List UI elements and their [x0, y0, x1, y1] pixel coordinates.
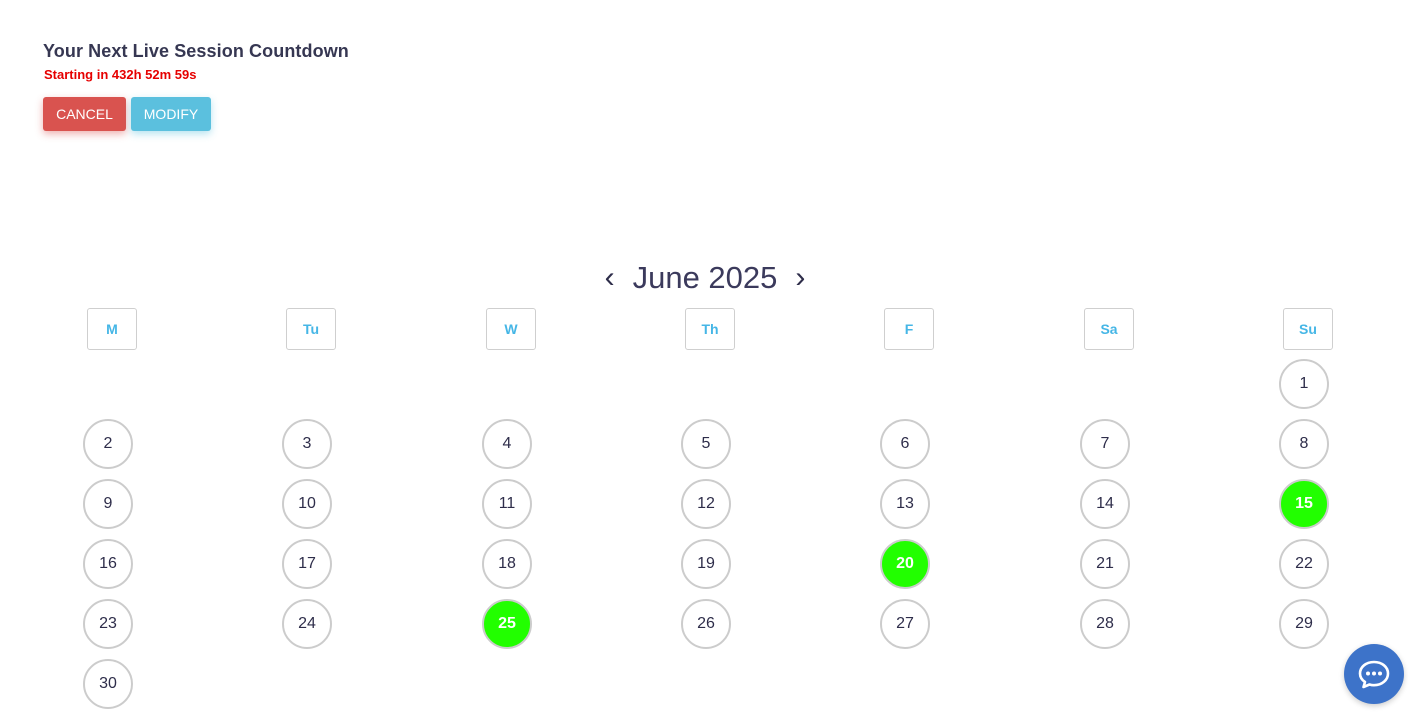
- calendar-day[interactable]: 14: [1080, 479, 1130, 529]
- calendar-day[interactable]: 27: [880, 599, 930, 649]
- calendar-day[interactable]: 5: [681, 419, 731, 469]
- calendar-day[interactable]: 8: [1279, 419, 1329, 469]
- calendar-day[interactable]: 13: [880, 479, 930, 529]
- month-header: ‹ June 2025 ›: [0, 258, 1410, 298]
- weekday-header-f: F: [884, 308, 934, 350]
- calendar-day[interactable]: 3: [282, 419, 332, 469]
- calendar-day-session[interactable]: 20: [880, 539, 930, 589]
- calendar-day[interactable]: 9: [83, 479, 133, 529]
- calendar-day[interactable]: 12: [681, 479, 731, 529]
- weekday-header-tu: Tu: [286, 308, 336, 350]
- calendar-day[interactable]: 7: [1080, 419, 1130, 469]
- calendar-day[interactable]: 6: [880, 419, 930, 469]
- calendar-day[interactable]: 4: [482, 419, 532, 469]
- chat-bubble-icon: [1358, 660, 1390, 689]
- weekday-header-w: W: [486, 308, 536, 350]
- calendar-day[interactable]: 19: [681, 539, 731, 589]
- weekday-header-m: M: [87, 308, 137, 350]
- calendar-day[interactable]: 11: [482, 479, 532, 529]
- month-label: June 2025: [632, 260, 778, 295]
- countdown-text: Starting in 432h 52m 59s: [44, 67, 197, 82]
- calendar-day[interactable]: 23: [83, 599, 133, 649]
- calendar-day[interactable]: 24: [282, 599, 332, 649]
- next-month-icon[interactable]: ›: [781, 258, 819, 298]
- calendar-day[interactable]: 26: [681, 599, 731, 649]
- calendar-day[interactable]: 21: [1080, 539, 1130, 589]
- calendar-day[interactable]: 10: [282, 479, 332, 529]
- weekday-header-th: Th: [685, 308, 735, 350]
- calendar-day[interactable]: 17: [282, 539, 332, 589]
- calendar-day-session[interactable]: 15: [1279, 479, 1329, 529]
- chat-button[interactable]: [1344, 644, 1404, 704]
- modify-button[interactable]: MODIFY: [131, 97, 211, 131]
- calendar-day[interactable]: 18: [482, 539, 532, 589]
- weekday-header-sa: Sa: [1084, 308, 1134, 350]
- calendar-day[interactable]: 30: [83, 659, 133, 709]
- weekday-header-su: Su: [1283, 308, 1333, 350]
- session-title: Your Next Live Session Countdown: [43, 41, 349, 61]
- calendar-day[interactable]: 1: [1279, 359, 1329, 409]
- prev-month-icon[interactable]: ‹: [591, 258, 629, 298]
- calendar-day[interactable]: 28: [1080, 599, 1130, 649]
- calendar-day[interactable]: 22: [1279, 539, 1329, 589]
- calendar-day[interactable]: 29: [1279, 599, 1329, 649]
- calendar-day[interactable]: 16: [83, 539, 133, 589]
- cancel-button[interactable]: CANCEL: [43, 97, 126, 131]
- calendar-day[interactable]: 2: [83, 419, 133, 469]
- calendar-day-session[interactable]: 25: [482, 599, 532, 649]
